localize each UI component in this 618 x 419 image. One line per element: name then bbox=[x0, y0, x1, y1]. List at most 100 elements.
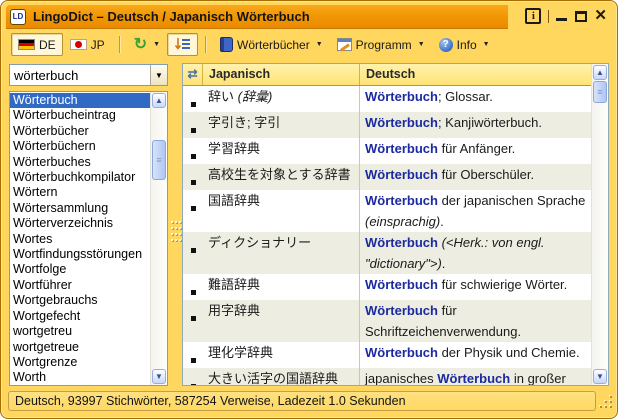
info-menu-button[interactable]: ? Info ▼ bbox=[432, 33, 497, 56]
chevron-down-icon[interactable]: ▼ bbox=[483, 41, 490, 48]
row-bullet-icon bbox=[183, 164, 203, 190]
window-title: LingoDict – Deutsch / Japanisch Wörterbu… bbox=[33, 9, 310, 24]
japanese-cell: 用字辞典 bbox=[203, 300, 360, 342]
chevron-down-icon[interactable]: ▼ bbox=[418, 41, 425, 48]
control-separator bbox=[548, 9, 550, 23]
japanese-cell: 字引き; 字引 bbox=[203, 112, 360, 138]
about-icon[interactable]: i bbox=[525, 8, 542, 24]
column-header-deutsch[interactable]: Deutsch bbox=[360, 64, 591, 85]
list-item[interactable]: Wortfindungsstörungen bbox=[10, 247, 150, 262]
scrollbar-thumb[interactable] bbox=[593, 81, 607, 103]
chevron-down-icon[interactable]: ▼ bbox=[153, 41, 160, 48]
row-bullet-icon bbox=[183, 86, 203, 112]
maximize-icon[interactable] bbox=[575, 11, 588, 22]
wordlist-scrollbar[interactable]: ▲ ▼ bbox=[150, 92, 167, 385]
row-bullet-icon bbox=[183, 112, 203, 138]
list-item[interactable]: Wörtern bbox=[10, 185, 150, 200]
list-item[interactable]: Wortgefecht bbox=[10, 309, 150, 324]
table-row[interactable]: 字引き; 字引 Wörterbuch; Kanjiwörterbuch. bbox=[183, 112, 591, 138]
title-bar[interactable]: LD LingoDict – Deutsch / Japanisch Wörte… bbox=[6, 5, 508, 29]
program-menu-label: Programm bbox=[355, 37, 412, 52]
sort-list-button[interactable] bbox=[167, 33, 199, 56]
combo-dropdown-button[interactable]: ▼ bbox=[150, 65, 167, 85]
table-row[interactable]: 辞い (辞彙) Wörterbuch; Glossar. bbox=[183, 86, 591, 112]
german-cell: Wörterbuch für Anfänger. bbox=[365, 141, 516, 156]
language-jp-label: JP bbox=[90, 37, 105, 52]
swap-columns-icon[interactable]: ⇄ bbox=[183, 64, 203, 85]
results-table: ⇄ Japanisch Deutsch 辞い (辞彙) Wörterbuch; G… bbox=[182, 63, 609, 386]
language-de-label: DE bbox=[39, 37, 56, 52]
german-cell: Wörterbuch der japanischen Sprache (eins… bbox=[365, 193, 586, 229]
german-cell: Wörterbuch für Oberschüler. bbox=[365, 167, 535, 182]
language-jp-button[interactable]: JP bbox=[63, 33, 112, 56]
refresh-icon: ↻ bbox=[133, 35, 148, 53]
language-de-button[interactable]: DE bbox=[11, 33, 63, 56]
panel-splitter[interactable] bbox=[171, 215, 182, 247]
toolbar-separator bbox=[205, 36, 207, 53]
app-window: LD LingoDict – Deutsch / Japanisch Wörte… bbox=[0, 0, 618, 419]
row-bullet-icon bbox=[183, 274, 203, 300]
list-item[interactable]: Wortfolge bbox=[10, 262, 150, 277]
list-item[interactable]: Wörterbucheintrag bbox=[10, 108, 150, 123]
table-row[interactable]: 用字辞典 Wörterbuch für Schriftzeichenverwend… bbox=[183, 300, 591, 342]
dictionaries-menu-label: Wörterbücher bbox=[237, 37, 310, 52]
list-item[interactable]: Wörtersammlung bbox=[10, 201, 150, 216]
status-text: Deutsch, 93997 Stichwörter, 587254 Verwe… bbox=[8, 391, 596, 411]
table-body: 辞い (辞彙) Wörterbuch; Glossar. 字引き; 字引 Wörter… bbox=[183, 86, 591, 385]
japanese-cell: 難語辞典 bbox=[203, 274, 360, 300]
list-item[interactable]: Wörterbuches bbox=[10, 155, 150, 170]
list-item[interactable]: Wörterbücher bbox=[10, 124, 150, 139]
japanese-cell: ディクショナリー bbox=[203, 232, 360, 274]
window-controls: i ✕ bbox=[525, 7, 607, 25]
list-item[interactable]: Wortes bbox=[10, 232, 150, 247]
japanese-cell: 国語辞典 bbox=[203, 190, 360, 232]
refresh-button[interactable]: ↻ ▼ bbox=[127, 33, 167, 56]
minimize-icon[interactable] bbox=[556, 9, 568, 23]
list-item[interactable]: wortgetreu bbox=[10, 324, 150, 339]
list-item[interactable]: wortgetreue bbox=[10, 340, 150, 355]
dictionaries-menu-button[interactable]: Wörterbücher ▼ bbox=[213, 33, 330, 56]
list-item[interactable]: Wörterbüchern bbox=[10, 139, 150, 154]
table-scrollbar[interactable]: ▲ ▼ bbox=[591, 64, 608, 385]
resize-grip-icon[interactable] bbox=[596, 392, 614, 410]
german-cell: Wörterbuch (<Herk.: von engl. "dictionar… bbox=[365, 235, 545, 271]
wordlist: Wörterbuch Wörterbucheintrag Wörterbücher W… bbox=[10, 92, 150, 385]
table-row[interactable]: 理化学辞典 Wörterbuch der Physik und Chemie. bbox=[183, 342, 591, 368]
german-cell: Wörterbuch; Kanjiwörterbuch. bbox=[365, 115, 543, 130]
search-input[interactable] bbox=[10, 65, 150, 85]
list-item[interactable]: Wörterverzeichnis bbox=[10, 216, 150, 231]
japanese-cell: 大きい活字の国語辞典 bbox=[203, 368, 360, 385]
scroll-up-icon[interactable]: ▲ bbox=[152, 93, 166, 108]
close-icon[interactable]: ✕ bbox=[594, 8, 607, 23]
japanese-cell: 学習辞典 bbox=[203, 138, 360, 164]
german-cell: Wörterbuch für schwierige Wörter. bbox=[365, 277, 568, 292]
help-question-icon: ? bbox=[438, 37, 453, 52]
table-row[interactable]: 大きい活字の国語辞典 japanisches Wörterbuch in groß… bbox=[183, 368, 591, 385]
table-row[interactable]: 高校生を対象とする辞書 Wörterbuch für Oberschüler. bbox=[183, 164, 591, 190]
japanese-flag-icon bbox=[69, 39, 87, 50]
list-item[interactable]: Wortgebrauchs bbox=[10, 293, 150, 308]
chevron-down-icon[interactable]: ▼ bbox=[316, 41, 323, 48]
scroll-up-icon[interactable]: ▲ bbox=[593, 65, 607, 80]
table-row[interactable]: ディクショナリー Wörterbuch (<Herk.: von engl. "d… bbox=[183, 232, 591, 274]
table-row[interactable]: 難語辞典 Wörterbuch für schwierige Wörter. bbox=[183, 274, 591, 300]
program-menu-button[interactable]: Programm ▼ bbox=[330, 33, 432, 56]
scroll-down-icon[interactable]: ▼ bbox=[152, 369, 166, 384]
column-header-japanisch[interactable]: Japanisch bbox=[203, 64, 360, 85]
list-item[interactable]: Wörterbuchkompilator bbox=[10, 170, 150, 185]
table-header: ⇄ Japanisch Deutsch bbox=[183, 64, 591, 86]
table-row[interactable]: 国語辞典 Wörterbuch der japanischen Sprache (… bbox=[183, 190, 591, 232]
japanese-cell: 辞い (辞彙) bbox=[203, 86, 360, 112]
list-item[interactable]: Worth bbox=[10, 370, 150, 385]
scrollbar-thumb[interactable] bbox=[152, 140, 166, 180]
german-cell: japanisches Wörterbuch in großer Type. bbox=[365, 371, 566, 385]
list-item[interactable]: Wörterbuch bbox=[10, 93, 150, 109]
program-window-icon bbox=[336, 38, 352, 51]
list-item[interactable]: Wortführer bbox=[10, 278, 150, 293]
table-row[interactable]: 学習辞典 Wörterbuch für Anfänger. bbox=[183, 138, 591, 164]
toolbar: DE JP ↻ ▼ Wörterbücher ▼ Programm ▼ ? In… bbox=[6, 31, 614, 58]
list-item[interactable]: Wortgrenze bbox=[10, 355, 150, 370]
german-cell: Wörterbuch; Glossar. bbox=[365, 89, 493, 104]
book-icon bbox=[220, 37, 234, 52]
scroll-down-icon[interactable]: ▼ bbox=[593, 369, 607, 384]
